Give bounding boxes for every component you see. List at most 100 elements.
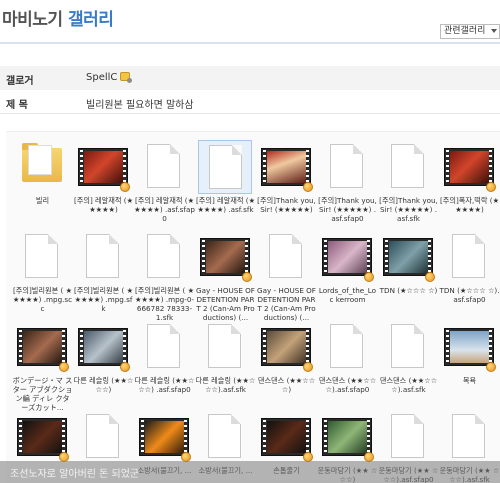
file-name[interactable]: 댄스댄스 (★★☆☆☆).asf.sfap0 xyxy=(317,376,378,394)
file-thumbnail[interactable] xyxy=(320,140,374,194)
file-thumbnail[interactable] xyxy=(198,410,252,464)
document-file-icon xyxy=(147,234,180,278)
file-thumbnail[interactable] xyxy=(442,410,496,464)
file-thumbnail[interactable] xyxy=(259,410,313,464)
file-name[interactable]: [주의] 레알재적 (★★★★★) xyxy=(73,196,134,214)
file-thumbnail[interactable] xyxy=(259,320,313,374)
file-item[interactable]: [주의]빌리원본 ( ★★★★★) .mpg.sfk xyxy=(73,230,134,320)
author-name[interactable]: SpellC xyxy=(86,72,117,83)
file-item[interactable]: 다른 레슬링 (★★☆☆☆).asf.sfk xyxy=(195,320,256,410)
file-thumbnail[interactable] xyxy=(198,320,252,374)
file-name[interactable]: [주의]빌리원본 ( ★★★★★) .mpg.scc xyxy=(12,286,73,313)
file-item[interactable]: [주의] 레알재적 (★★★★★) xyxy=(73,140,134,230)
file-name[interactable]: [주의]폭자,떡락 (★★★★★) xyxy=(439,196,500,214)
document-file-icon xyxy=(147,324,180,368)
file-item[interactable]: Gay - HOUSE OF DETENTION PART 2 (Can-Am … xyxy=(256,230,317,322)
file-name[interactable]: [주의]Thank you, Sir! (★★★★★) .asf.sfap0 xyxy=(317,196,378,223)
file-name[interactable]: [주의] 레알재적 (★★★★★) .asf.sfap0 xyxy=(134,196,195,223)
file-thumbnail[interactable] xyxy=(76,410,130,464)
author-row: 갤로거 SpellC xyxy=(0,66,500,90)
file-thumbnail[interactable] xyxy=(137,320,191,374)
file-item[interactable]: 다른 레슬링 (★★☆☆☆) .asf.sfap0 xyxy=(134,320,195,410)
file-thumbnail[interactable] xyxy=(259,230,313,284)
file-thumbnail[interactable] xyxy=(15,140,69,194)
video-file-icon xyxy=(444,328,494,366)
file-name[interactable]: 댄스댄스 (★★☆☆☆).asf.sfk xyxy=(378,376,439,394)
related-gallery-select[interactable]: 관련갤러리 xyxy=(440,24,500,39)
file-item[interactable]: 댄스댄스 (★★☆☆☆) xyxy=(256,320,317,410)
file-item[interactable]: Gay - HOUSE OF DETENTION PART 2 (Can-Am … xyxy=(195,230,256,322)
file-thumbnail[interactable] xyxy=(320,230,374,284)
video-frame xyxy=(84,151,124,183)
file-item[interactable]: [주의]빌리원본 ( ★★★★★) .mpg.scc xyxy=(12,230,73,320)
file-name[interactable]: 다른 레슬링 (★★☆☆☆) xyxy=(73,376,134,394)
file-name[interactable]: 빌리 xyxy=(12,196,73,205)
document-file-icon xyxy=(452,414,485,458)
file-thumbnail[interactable] xyxy=(381,140,435,194)
file-item[interactable]: [주의]Thank you, Sir! (★★★★★) xyxy=(256,140,317,230)
file-thumbnail[interactable] xyxy=(15,230,69,284)
video-file-icon xyxy=(322,418,372,456)
file-item[interactable]: 댄스댄스 (★★☆☆☆).asf.sfap0 xyxy=(317,320,378,410)
file-thumbnail[interactable] xyxy=(15,410,69,464)
file-thumbnail[interactable] xyxy=(137,230,191,284)
file-thumbnail[interactable] xyxy=(137,410,191,464)
media-badge-icon xyxy=(303,362,313,372)
document-file-icon xyxy=(86,414,119,458)
user-profile-icon[interactable] xyxy=(120,72,133,83)
media-badge-icon xyxy=(486,182,496,192)
document-file-icon xyxy=(330,144,363,188)
file-name[interactable]: ボンデージ・マ スター アブダクション編 ディレ クターズカット... xyxy=(12,376,73,412)
file-thumbnail[interactable] xyxy=(76,320,130,374)
file-item[interactable]: 목욕 xyxy=(439,320,500,410)
file-item[interactable]: [주의]빌리원본 ( ★★★★★) .mpg-0-666782 78333-1.… xyxy=(134,230,195,322)
file-thumbnail[interactable] xyxy=(442,230,496,284)
file-name[interactable]: 다른 레슬링 (★★☆☆☆) .asf.sfap0 xyxy=(134,376,195,394)
file-name[interactable]: [주의]빌리원본 ( ★★★★★) .mpg-0-666782 78333-1.… xyxy=(134,286,195,322)
file-item[interactable]: [주의] 레알재적 (★★★★★) .asf.sfap0 xyxy=(134,140,195,230)
file-name[interactable]: [주의]Thank you, Sir! (★★★★★) .asf.sfk xyxy=(378,196,439,223)
file-thumbnail[interactable] xyxy=(442,140,496,194)
file-thumbnail[interactable] xyxy=(259,140,313,194)
file-thumbnail[interactable] xyxy=(198,230,252,284)
file-thumbnail[interactable] xyxy=(320,410,374,464)
video-frame xyxy=(267,151,307,183)
file-name[interactable]: 다른 레슬링 (★★☆☆☆).asf.sfk xyxy=(195,376,256,394)
header-divider xyxy=(0,42,500,44)
file-name[interactable]: Gay - HOUSE OF DETENTION PART 2 (Can-Am … xyxy=(195,286,256,322)
file-item[interactable]: [주의] 레알재적 (★★★★★) .asf.sfk xyxy=(195,140,256,230)
file-item[interactable]: ボンデージ・マ スター アブダクション編 ディレ クターズカット... xyxy=(12,320,73,412)
file-name[interactable]: Gay - HOUSE OF DETENTION PART 2 (Can-Am … xyxy=(256,286,317,322)
file-name[interactable]: [주의] 레알재적 (★★★★★) .asf.sfk xyxy=(195,196,256,214)
video-file-icon xyxy=(444,148,494,186)
file-item[interactable]: TDN (★☆☆☆ ☆) xyxy=(378,230,439,320)
media-badge-icon xyxy=(486,362,496,372)
file-item[interactable]: [주의]폭자,떡락 (★★★★★) xyxy=(439,140,500,230)
file-thumbnail[interactable] xyxy=(381,230,435,284)
file-thumbnail[interactable] xyxy=(137,140,191,194)
file-thumbnail[interactable] xyxy=(15,320,69,374)
video-frame xyxy=(267,331,307,363)
file-thumbnail[interactable] xyxy=(381,320,435,374)
file-item[interactable]: 댄스댄스 (★★☆☆☆).asf.sfk xyxy=(378,320,439,410)
file-name[interactable]: [주의]빌리원본 ( ★★★★★) .mpg.sfk xyxy=(73,286,134,313)
file-item[interactable]: TDN (★☆☆☆ ☆).asf.sfap0 xyxy=(439,230,500,320)
file-name[interactable]: [주의]Thank you, Sir! (★★★★★) xyxy=(256,196,317,214)
file-thumbnail[interactable] xyxy=(442,320,496,374)
file-item[interactable]: [주의]Thank you, Sir! (★★★★★) .asf.sfk xyxy=(378,140,439,230)
page-title[interactable]: 마비노기 갤러리 xyxy=(2,5,114,30)
file-item[interactable]: [주의]Thank you, Sir! (★★★★★) .asf.sfap0 xyxy=(317,140,378,230)
file-name[interactable]: 목욕 xyxy=(439,376,500,385)
file-item[interactable]: Lords_of_the_Loc kerroom xyxy=(317,230,378,320)
file-thumbnail[interactable] xyxy=(76,140,130,194)
file-item[interactable]: 다른 레슬링 (★★☆☆☆) xyxy=(73,320,134,410)
file-thumbnail[interactable] xyxy=(381,410,435,464)
file-thumbnail[interactable] xyxy=(76,230,130,284)
file-name[interactable]: TDN (★☆☆☆ ☆) xyxy=(378,286,439,295)
file-name[interactable]: TDN (★☆☆☆ ☆).asf.sfap0 xyxy=(439,286,500,304)
file-thumbnail[interactable] xyxy=(320,320,374,374)
file-name[interactable]: Lords_of_the_Loc kerroom xyxy=(317,286,378,304)
file-name[interactable]: 댄스댄스 (★★☆☆☆) xyxy=(256,376,317,394)
file-item[interactable]: 빌리 xyxy=(12,140,73,230)
file-thumbnail[interactable] xyxy=(198,140,252,194)
